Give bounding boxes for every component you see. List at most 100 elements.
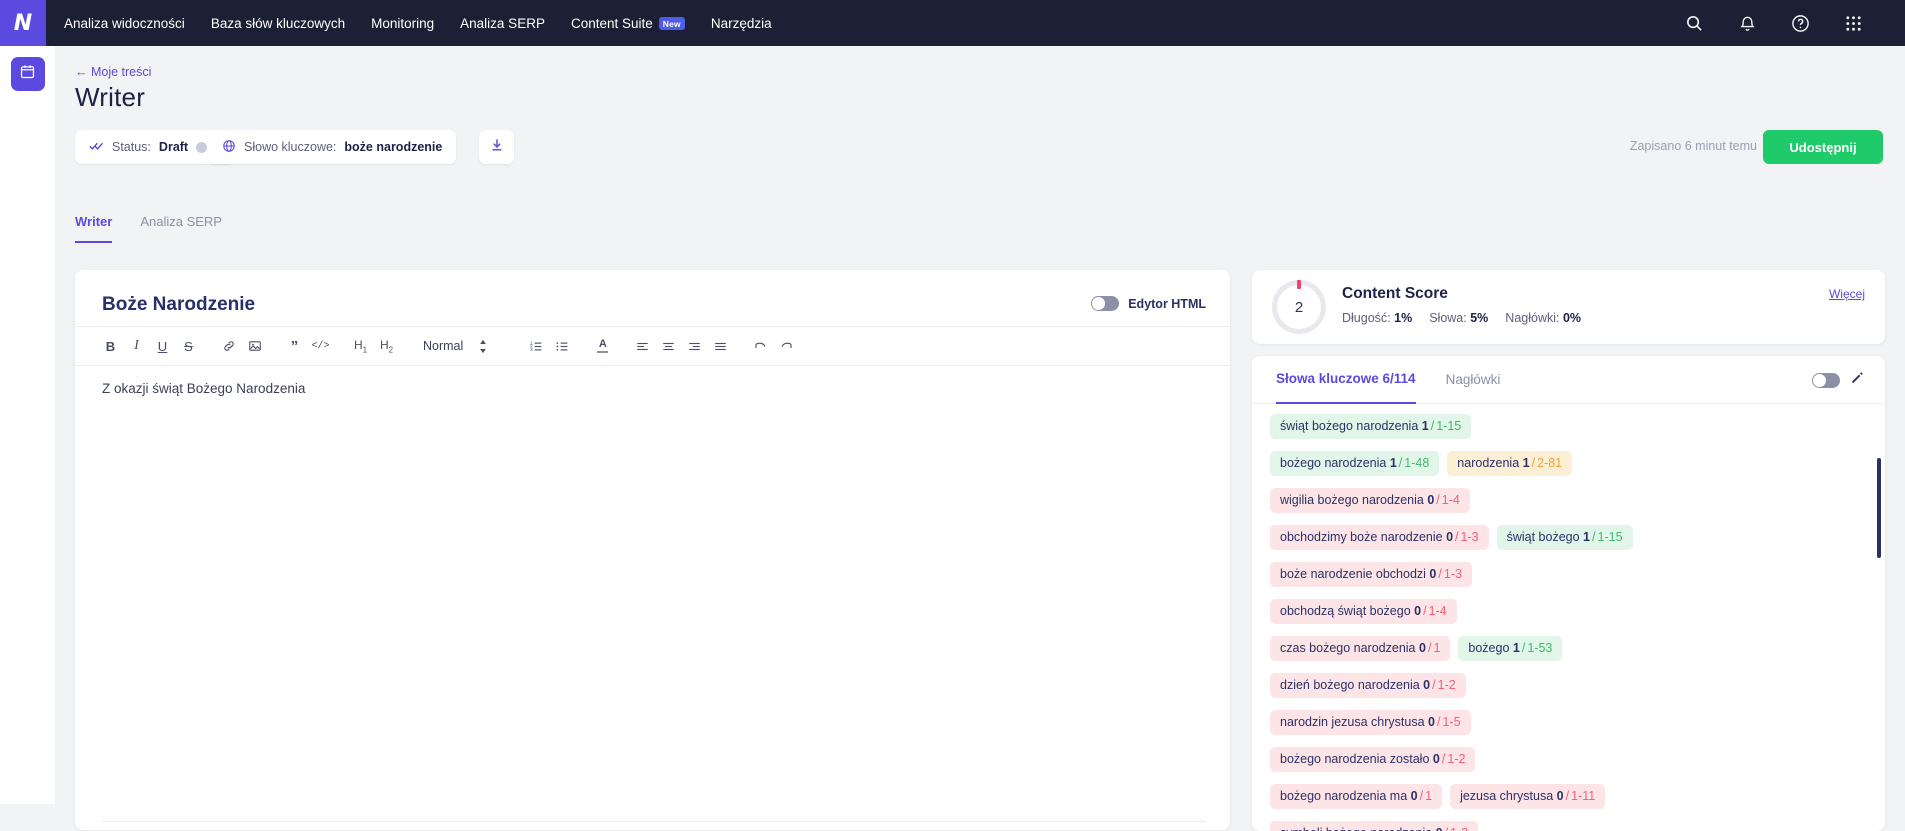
calendar-icon — [19, 63, 36, 85]
keyword-chip[interactable]: świąt bożego 1/1-15 — [1496, 525, 1633, 550]
keyword-chip-count: 0 — [1423, 493, 1435, 507]
underline-icon[interactable]: U — [151, 331, 174, 361]
keyword-chip-range: 1 — [1433, 641, 1441, 655]
block-format-stepper-icon[interactable] — [471, 331, 494, 361]
align-justify-icon[interactable] — [709, 331, 732, 361]
saved-status-text: Zapisano 6 minut temu — [1629, 139, 1757, 153]
image-icon[interactable] — [243, 331, 266, 361]
italic-icon[interactable]: I — [125, 331, 148, 361]
keywords-toggle-switch[interactable] — [1812, 372, 1840, 388]
keyword-chip-text: obchodzimy boże narodzenie — [1280, 530, 1443, 544]
block-format-selector[interactable]: Normal — [415, 339, 471, 353]
keyword-chip[interactable]: bożego narodzenia ma 0/1 — [1270, 784, 1443, 809]
tab-headings[interactable]: Nagłówki — [1446, 356, 1501, 404]
keyword-chip-range: 1-48 — [1404, 456, 1430, 470]
keyword-chip-range: 1-15 — [1597, 530, 1623, 544]
tab-keywords[interactable]: Słowa kluczowe 6/114 — [1276, 356, 1416, 404]
keyword-chip[interactable]: dzień bożego narodzenia 0/1-2 — [1270, 673, 1466, 698]
nav-item-serp-analysis[interactable]: Analiza SERP — [460, 16, 545, 31]
tab-writer[interactable]: Writer — [75, 214, 113, 243]
keyword-chip-range: 1-2 — [1437, 678, 1456, 692]
text-color-icon[interactable]: A — [591, 331, 614, 361]
search-icon[interactable] — [1685, 14, 1704, 33]
heading-1-icon[interactable]: H1 — [349, 331, 372, 361]
tab-serp-analysis[interactable]: Analiza SERP — [140, 214, 222, 243]
keyword-chip[interactable]: świąt bożego narodzenia 1/1-15 — [1270, 414, 1472, 439]
keyword-chip[interactable]: bożego narodzenia zostało 0/1-2 — [1270, 747, 1476, 772]
bell-icon[interactable] — [1738, 14, 1757, 33]
ordered-list-icon[interactable]: 1 2 3 — [525, 331, 548, 361]
keyword-chip-separator: / — [1592, 530, 1596, 544]
sidebar-item-content[interactable] — [10, 57, 45, 91]
keyword-chip[interactable]: czas bożego narodzenia 0/1 — [1270, 636, 1451, 661]
keyword-chip[interactable]: symboli bożego narodzenia 0/1-2 — [1270, 821, 1479, 831]
keyword-chip[interactable]: narodzin jezusa chrystusa 0/1-5 — [1270, 710, 1471, 735]
status-value: Draft — [158, 140, 189, 154]
apps-grid-icon[interactable] — [1844, 14, 1863, 33]
nav-label: Baza słów kluczowych — [210, 15, 346, 31]
keyword-chip[interactable]: jezusa chrystusa 0/1-11 — [1450, 784, 1606, 809]
code-icon[interactable]: </> — [309, 331, 332, 361]
content-score-gauge: 2 — [1272, 280, 1326, 334]
nav-utilities — [1685, 14, 1905, 33]
keyword-chip-separator: / — [1455, 530, 1459, 544]
align-center-icon[interactable] — [657, 331, 680, 361]
heading-2-icon[interactable]: H2 — [375, 331, 398, 361]
bullet-list-icon[interactable] — [551, 331, 574, 361]
redo-icon[interactable] — [775, 331, 798, 361]
nav-item-monitoring[interactable]: Monitoring — [371, 16, 434, 31]
content-score-more-link[interactable]: Więcej — [1829, 287, 1865, 301]
keyword-selector[interactable]: Słowo kluczowe: boże narodzenie — [208, 130, 457, 164]
keyword-chip-text: wigilia bożego narodzenia — [1280, 493, 1424, 507]
align-left-icon[interactable] — [631, 331, 654, 361]
keyword-chip-separator: / — [1441, 752, 1446, 766]
app-logo[interactable]: N — [0, 0, 46, 46]
keyword-chip[interactable]: bożego narodzenia 1/1-48 — [1270, 451, 1440, 476]
nav-item-content-suite[interactable]: Content Suite New — [571, 16, 685, 31]
download-button[interactable] — [479, 130, 514, 164]
keyword-chip-count: 0 — [1442, 530, 1454, 544]
content-score-card: 2 Content Score Więcej Długość: 1% Słowa… — [1252, 270, 1885, 344]
metric-value: 1% — [1394, 311, 1413, 325]
share-button[interactable]: Udostępnij — [1763, 130, 1883, 164]
keyword-chip-count: 0 — [1410, 604, 1422, 618]
nav-item-visibility-analysis[interactable]: Analiza widoczności — [64, 16, 185, 31]
editor-text-area[interactable]: Z okazji świąt Bożego Narodzenia — [102, 378, 1206, 400]
strikethrough-icon[interactable]: S — [177, 331, 200, 361]
help-icon[interactable] — [1791, 14, 1810, 33]
primary-nav: Analiza widoczności Baza słów kluczowych… — [64, 16, 772, 31]
link-icon[interactable] — [217, 331, 240, 361]
bold-icon[interactable]: B — [99, 331, 122, 361]
breadcrumb[interactable]: ← Moje treści — [75, 65, 151, 79]
nav-label: Analiza widoczności — [64, 15, 185, 31]
keyword-chip-count: 0 — [1419, 678, 1431, 692]
keyword-chip[interactable]: wigilia bożego narodzenia 0/1-4 — [1270, 488, 1470, 513]
keywords-card: Słowa kluczowe 6/114 Nagłówki świąt boże… — [1252, 356, 1885, 831]
metric-length: Długość: 1% — [1342, 311, 1412, 325]
keywords-tools — [1812, 370, 1865, 390]
keywords-scrollbar[interactable] — [1877, 458, 1881, 558]
block-format-value: Normal — [423, 339, 464, 353]
metric-label: Długość: — [1342, 311, 1391, 325]
align-right-icon[interactable] — [683, 331, 706, 361]
editor-toolbar: B I U S ” </> H1 H2 Normal 1 2 3 A — [75, 326, 1230, 366]
keyword-chip-separator: / — [1423, 604, 1427, 618]
metric-value: 5% — [1470, 311, 1489, 325]
nav-item-tools[interactable]: Narzędzia — [711, 16, 772, 31]
pencil-icon[interactable] — [1850, 370, 1865, 390]
keyword-chip[interactable]: boże narodzenie obchodzi 0/1-3 — [1270, 562, 1472, 587]
toggle-switch[interactable] — [1091, 296, 1120, 311]
keyword-chip[interactable]: bożego 1/1-53 — [1458, 636, 1563, 661]
keyword-chip[interactable]: narodzenia 1/2-81 — [1447, 451, 1573, 476]
undo-icon[interactable] — [749, 331, 772, 361]
keyword-chip-text: obchodzą świąt bożego — [1280, 604, 1411, 618]
html-editor-toggle[interactable]: Edytor HTML — [1091, 296, 1206, 311]
keyword-chip[interactable]: obchodzą świąt bożego 0/1-4 — [1270, 599, 1457, 624]
keyword-chip-text: bożego — [1468, 641, 1510, 655]
keyword-chip[interactable]: obchodzimy boże narodzenie 0/1-3 — [1270, 525, 1489, 550]
keyword-label: Słowo kluczowe: — [244, 140, 337, 154]
keyword-chip-text: świąt bożego — [1506, 530, 1580, 544]
nav-item-keyword-database[interactable]: Baza słów kluczowych — [211, 16, 345, 31]
quote-icon[interactable]: ” — [283, 331, 306, 361]
document-title[interactable]: Boże Narodzenie — [102, 294, 255, 316]
